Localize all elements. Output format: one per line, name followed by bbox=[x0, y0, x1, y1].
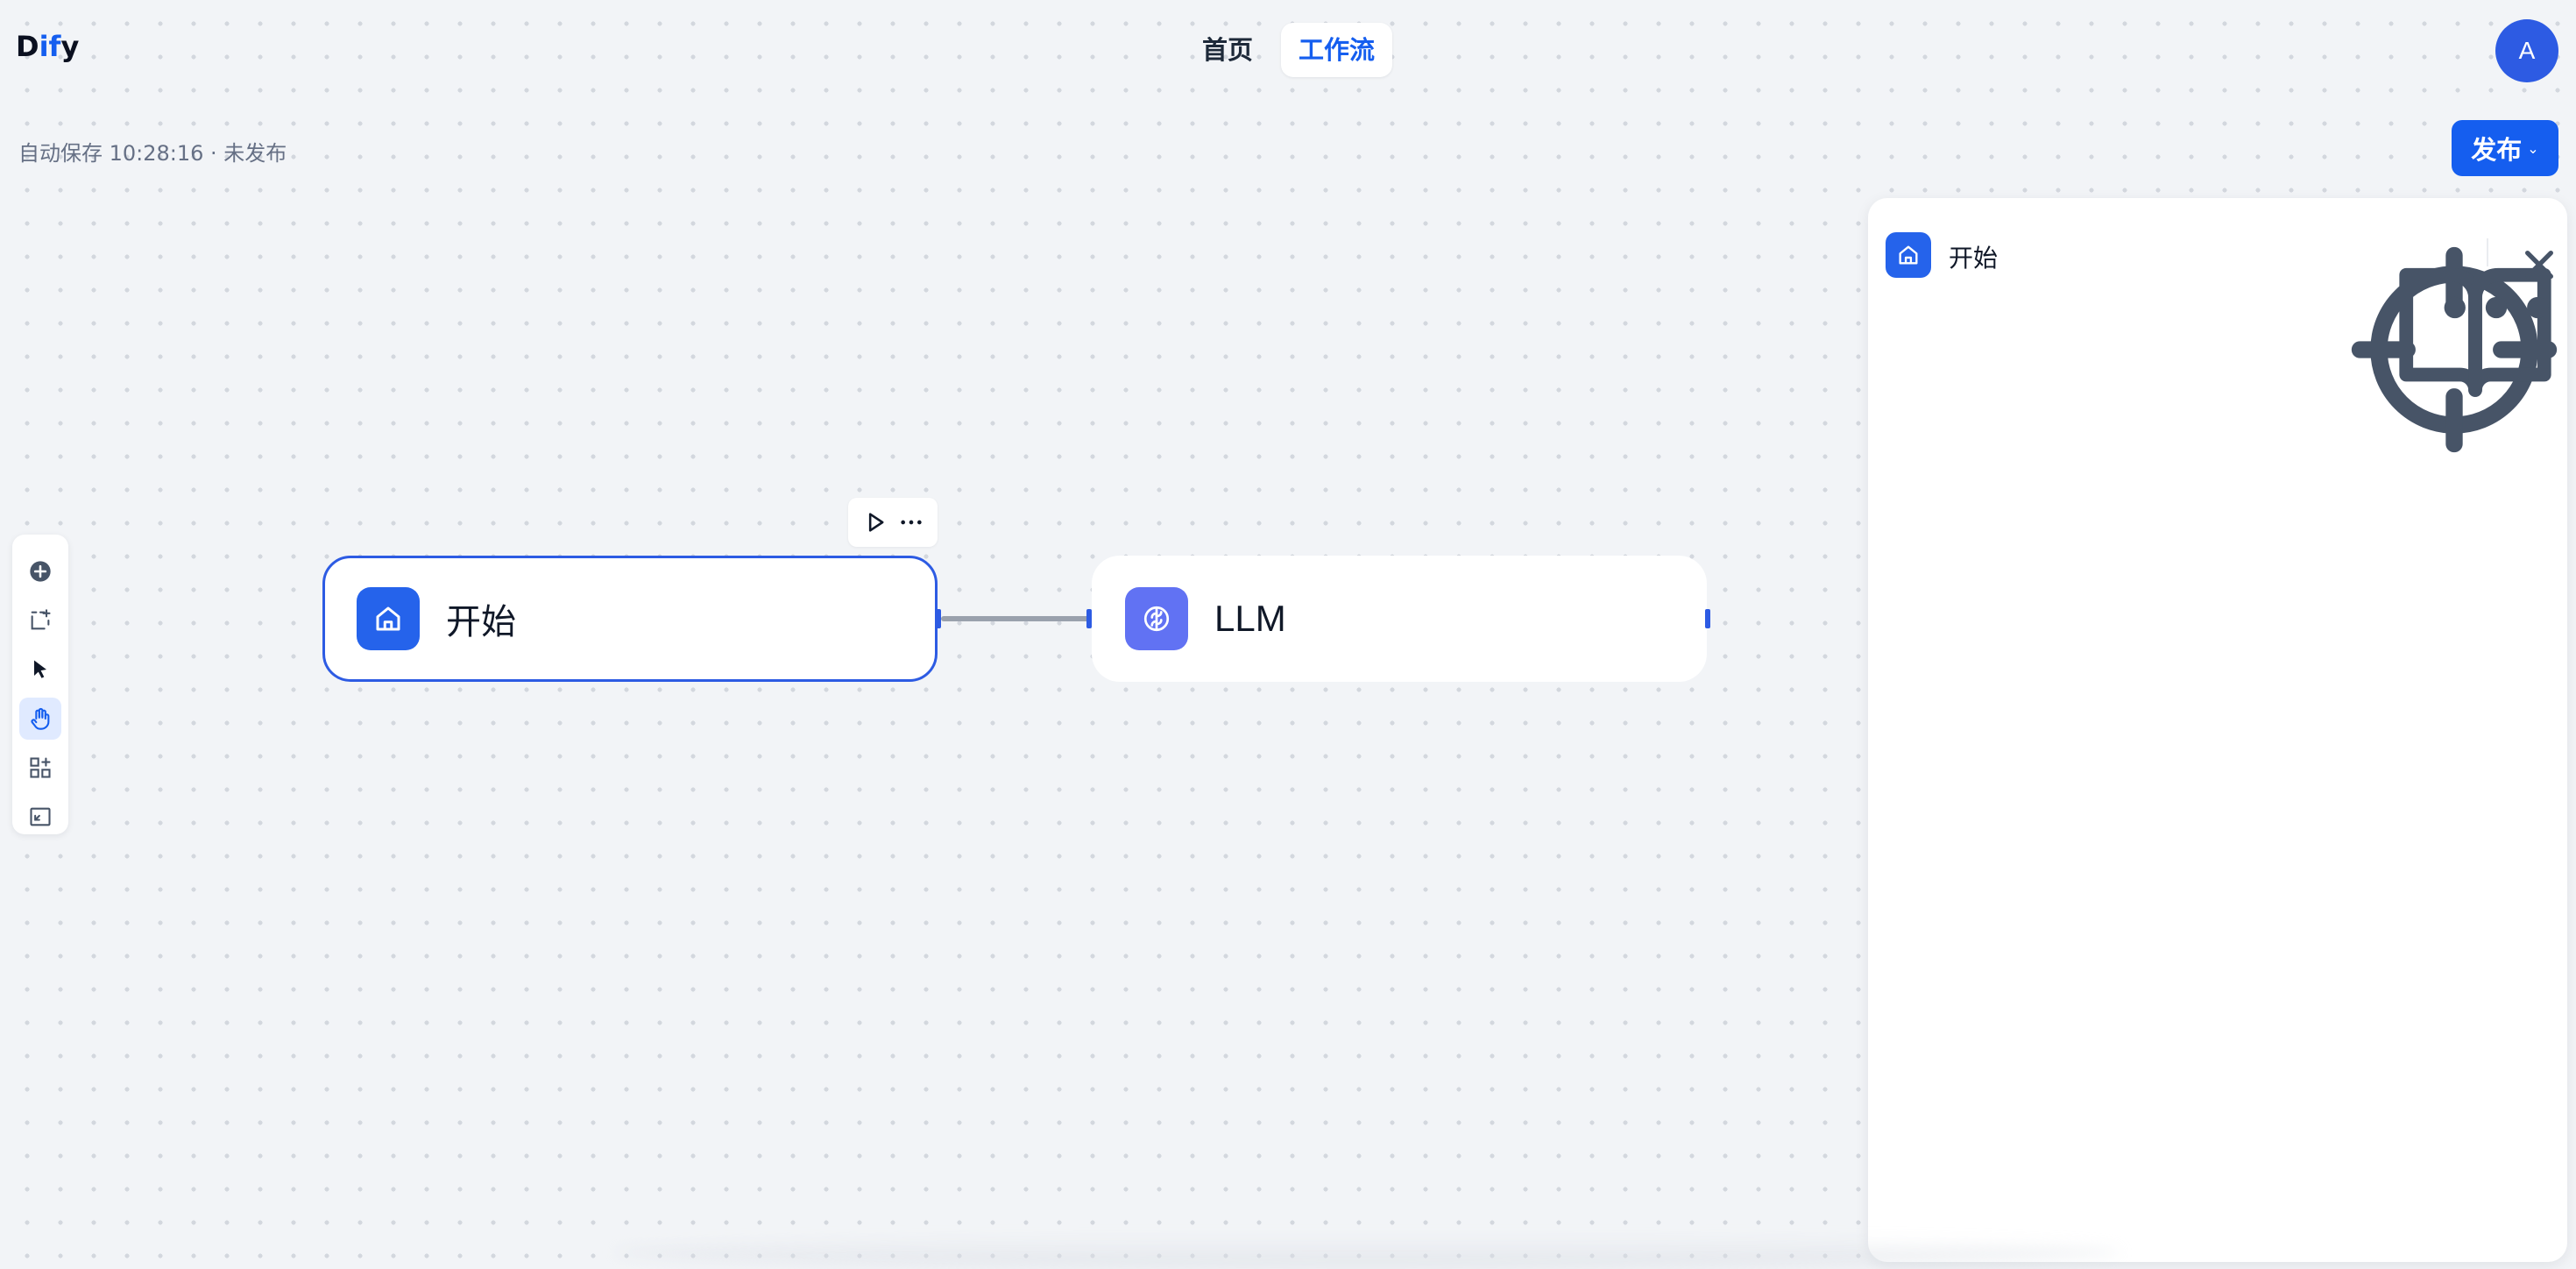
hand-mode-button[interactable] bbox=[19, 698, 61, 740]
home-icon bbox=[376, 606, 400, 631]
add-note-button[interactable] bbox=[19, 599, 61, 642]
main-nav: 首页 工作流 bbox=[1185, 23, 1393, 77]
node-config-panel: 开始 bbox=[1868, 198, 2567, 1262]
hand-icon bbox=[31, 707, 50, 730]
start-node-icon-box bbox=[357, 587, 420, 650]
panel-title: 开始 bbox=[1949, 244, 1999, 273]
add-note-icon bbox=[31, 609, 51, 630]
bottom-shadow bbox=[613, 1236, 2120, 1269]
top-bar: Dify 首页 工作流 A bbox=[0, 0, 2576, 103]
close-icon[interactable] bbox=[2511, 237, 2567, 293]
node-action-menu bbox=[848, 498, 938, 547]
run-node-icon[interactable] bbox=[863, 510, 888, 535]
panel-icon-box bbox=[1886, 232, 1931, 278]
llm-node-icon-box bbox=[1125, 587, 1188, 650]
add-node-icon bbox=[30, 561, 51, 582]
organize-blocks-button[interactable] bbox=[19, 747, 61, 789]
chevron-down-icon: ⌄ bbox=[2527, 139, 2539, 157]
logo-suffix: y bbox=[60, 30, 80, 63]
start-node-title: 开始 bbox=[446, 602, 516, 642]
canvas-toolbar bbox=[12, 535, 68, 834]
pointer-icon bbox=[34, 660, 46, 678]
nav-workflow[interactable]: 工作流 bbox=[1281, 23, 1393, 77]
publish-label: 发布 bbox=[2471, 135, 2523, 165]
autosave-status: 自动保存 10:28:16 · 未发布 bbox=[18, 141, 287, 166]
nav-home[interactable]: 首页 bbox=[1185, 23, 1270, 77]
edge-start-to-llm[interactable] bbox=[941, 616, 1090, 621]
pointer-mode-button[interactable] bbox=[19, 649, 61, 691]
home-icon bbox=[1899, 245, 1918, 265]
more-icon[interactable] bbox=[899, 510, 924, 535]
llm-node[interactable]: LLM bbox=[1092, 556, 1707, 682]
publish-button[interactable]: 发布 ⌄ bbox=[2452, 120, 2558, 176]
logo-prefix: D bbox=[16, 30, 39, 63]
add-node-button[interactable] bbox=[19, 550, 61, 592]
panel-header-divider bbox=[2487, 238, 2488, 266]
dify-logo[interactable]: Dify bbox=[16, 30, 79, 63]
fit-view-icon bbox=[30, 807, 51, 826]
logo-accent: if bbox=[39, 30, 61, 63]
llm-node-output-handle[interactable] bbox=[1705, 609, 1710, 628]
user-avatar[interactable]: A bbox=[2495, 19, 2558, 82]
brain-icon bbox=[1143, 606, 1170, 632]
start-node[interactable]: 开始 bbox=[322, 556, 938, 682]
fit-view-button[interactable] bbox=[19, 796, 61, 838]
organize-blocks-icon bbox=[30, 757, 51, 778]
llm-node-title: LLM bbox=[1214, 598, 1286, 639]
